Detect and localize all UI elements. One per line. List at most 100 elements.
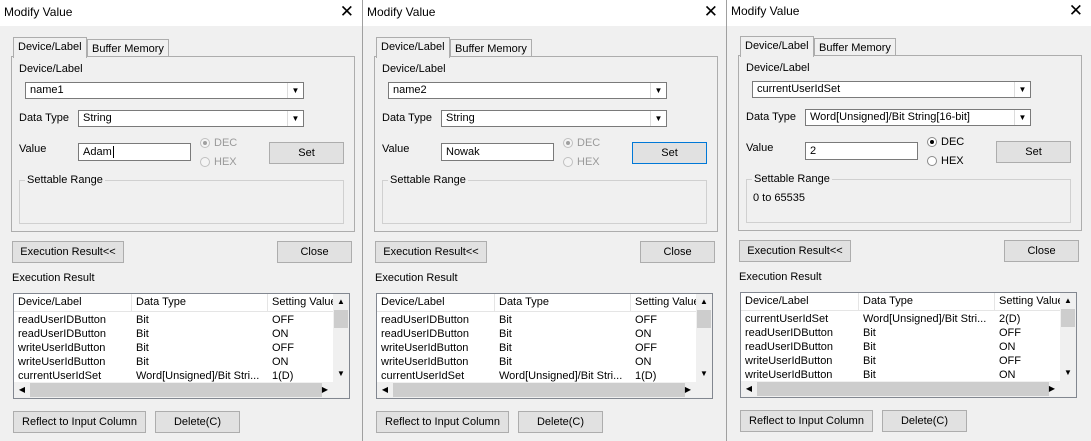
scroll-right-icon[interactable]: ▶ [1044, 381, 1060, 397]
tab-device-label[interactable]: Device/Label [376, 37, 450, 58]
scroll-thumb[interactable] [757, 382, 1049, 396]
radio-hex[interactable]: HEX [563, 156, 600, 168]
radio-hex-label: HEX [214, 156, 237, 168]
column-header-device-label[interactable]: Device/Label [377, 294, 495, 311]
execution-result-toggle-button[interactable]: Execution Result<< [739, 240, 851, 262]
delete-button[interactable]: Delete(C) [155, 411, 240, 433]
value-input[interactable]: Adam [78, 143, 191, 161]
delete-button[interactable]: Delete(C) [518, 411, 603, 433]
data-type-combo[interactable]: String ▼ [78, 110, 304, 127]
close-window-icon[interactable]: ✕ [340, 2, 354, 22]
modify-value-dialog-2: Modify Value ✕ Device/Label Buffer Memor… [363, 0, 727, 441]
value-text: Adam [83, 146, 112, 158]
scroll-right-icon[interactable]: ▶ [317, 382, 333, 398]
radio-hex[interactable]: HEX [200, 156, 237, 168]
chevron-down-icon[interactable]: ▼ [1014, 82, 1030, 97]
value-input[interactable]: 2 [805, 142, 918, 160]
title-bar[interactable]: Modify Value ✕ [0, 0, 362, 26]
column-header-device-label[interactable]: Device/Label [14, 294, 132, 311]
reflect-to-input-column-button[interactable]: Reflect to Input Column [376, 411, 509, 433]
scroll-down-icon[interactable]: ▼ [696, 366, 712, 382]
horizontal-scrollbar[interactable]: ◀ ▶ [741, 381, 1060, 397]
data-type-caption: Data Type [746, 111, 796, 123]
radio-hex[interactable]: HEX [927, 155, 964, 167]
value-input[interactable]: Nowak [441, 143, 554, 161]
dialog-title: Modify Value [367, 5, 436, 19]
execution-result-list[interactable]: Device/Label Data Type Setting Value rea… [13, 293, 350, 399]
cell-device-label: currentUserIdSet [745, 313, 829, 325]
column-header-data-type[interactable]: Data Type [132, 294, 268, 311]
close-button[interactable]: Close [277, 241, 352, 263]
execution-result-toggle-button[interactable]: Execution Result<< [375, 241, 487, 263]
scroll-up-icon[interactable]: ▲ [696, 294, 712, 310]
vertical-scrollbar[interactable]: ▲ ▼ [1060, 293, 1076, 381]
text-caret [112, 146, 114, 159]
scroll-left-icon[interactable]: ◀ [377, 382, 393, 398]
scroll-up-icon[interactable]: ▲ [333, 294, 349, 310]
vertical-scrollbar[interactable]: ▲ ▼ [696, 294, 712, 382]
close-window-icon[interactable]: ✕ [704, 2, 718, 22]
close-button[interactable]: Close [1004, 240, 1079, 262]
list-header: Device/Label Data Type Setting Value [377, 294, 712, 312]
radio-dec[interactable]: DEC [563, 137, 600, 149]
scroll-up-icon[interactable]: ▲ [1060, 293, 1076, 309]
scroll-left-icon[interactable]: ◀ [14, 382, 30, 398]
radio-dec[interactable]: DEC [200, 137, 237, 149]
execution-result-list[interactable]: Device/Label Data Type Setting Value cur… [740, 292, 1077, 398]
scroll-thumb[interactable] [393, 383, 685, 397]
column-header-data-type[interactable]: Data Type [859, 293, 995, 310]
delete-button[interactable]: Delete(C) [882, 410, 967, 432]
execution-result-caption: Execution Result [375, 272, 458, 284]
chevron-down-icon[interactable]: ▼ [287, 83, 303, 98]
tab-device-label[interactable]: Device/Label [740, 36, 814, 57]
execution-result-toggle-button[interactable]: Execution Result<< [12, 241, 124, 263]
scroll-thumb[interactable] [697, 310, 711, 328]
set-button[interactable]: Set [632, 142, 707, 164]
scroll-down-icon[interactable]: ▼ [333, 366, 349, 382]
tab-device-label[interactable]: Device/Label [13, 37, 87, 58]
chevron-down-icon[interactable]: ▼ [1014, 110, 1030, 125]
column-header-data-type[interactable]: Data Type [495, 294, 631, 311]
column-header-device-label[interactable]: Device/Label [741, 293, 859, 310]
vertical-scrollbar[interactable]: ▲ ▼ [333, 294, 349, 382]
scroll-thumb[interactable] [334, 310, 348, 328]
column-header-setting-value[interactable]: Setting Value [631, 294, 701, 311]
chevron-down-icon[interactable]: ▼ [650, 111, 666, 126]
scroll-left-icon[interactable]: ◀ [741, 381, 757, 397]
radio-dec[interactable]: DEC [927, 136, 964, 148]
scroll-thumb[interactable] [1061, 309, 1075, 327]
chevron-down-icon[interactable]: ▼ [287, 111, 303, 126]
reflect-to-input-column-button[interactable]: Reflect to Input Column [740, 410, 873, 432]
data-type-combo[interactable]: String ▼ [441, 110, 667, 127]
device-label-value: name1 [30, 84, 64, 96]
scroll-thumb[interactable] [30, 383, 322, 397]
set-button[interactable]: Set [269, 142, 344, 164]
dialog-title: Modify Value [731, 4, 800, 18]
horizontal-scrollbar[interactable]: ◀ ▶ [377, 382, 696, 398]
close-window-icon[interactable]: ✕ [1069, 1, 1083, 21]
title-bar[interactable]: Modify Value ✕ [727, 0, 1091, 26]
horizontal-scrollbar[interactable]: ◀ ▶ [14, 382, 333, 398]
data-type-value: String [446, 112, 475, 124]
close-button[interactable]: Close [640, 241, 715, 263]
title-bar[interactable]: Modify Value ✕ [363, 0, 726, 26]
device-label-value: currentUserIdSet [757, 83, 841, 95]
reflect-to-input-column-button[interactable]: Reflect to Input Column [13, 411, 146, 433]
set-button[interactable]: Set [996, 141, 1071, 163]
scroll-right-icon[interactable]: ▶ [680, 382, 696, 398]
cell-device-label: readUserIDButton [381, 314, 470, 326]
settable-range-caption: Settable Range [752, 173, 832, 185]
column-header-setting-value[interactable]: Setting Value [995, 293, 1065, 310]
device-label-combo[interactable]: name2 ▼ [388, 82, 667, 99]
cell-data-type: Word[Unsigned]/Bit Stri... [136, 370, 260, 382]
scroll-down-icon[interactable]: ▼ [1060, 365, 1076, 381]
data-type-combo[interactable]: Word[Unsigned]/Bit String[16-bit] ▼ [805, 109, 1031, 126]
device-label-combo[interactable]: currentUserIdSet ▼ [752, 81, 1031, 98]
column-header-setting-value[interactable]: Setting Value [268, 294, 338, 311]
device-label-combo[interactable]: name1 ▼ [25, 82, 304, 99]
cell-setting-value: 1(D) [635, 370, 657, 382]
execution-result-list[interactable]: Device/Label Data Type Setting Value rea… [376, 293, 713, 399]
cell-device-label: currentUserIdSet [381, 370, 465, 382]
chevron-down-icon[interactable]: ▼ [650, 83, 666, 98]
radio-unselected-icon [563, 157, 573, 168]
